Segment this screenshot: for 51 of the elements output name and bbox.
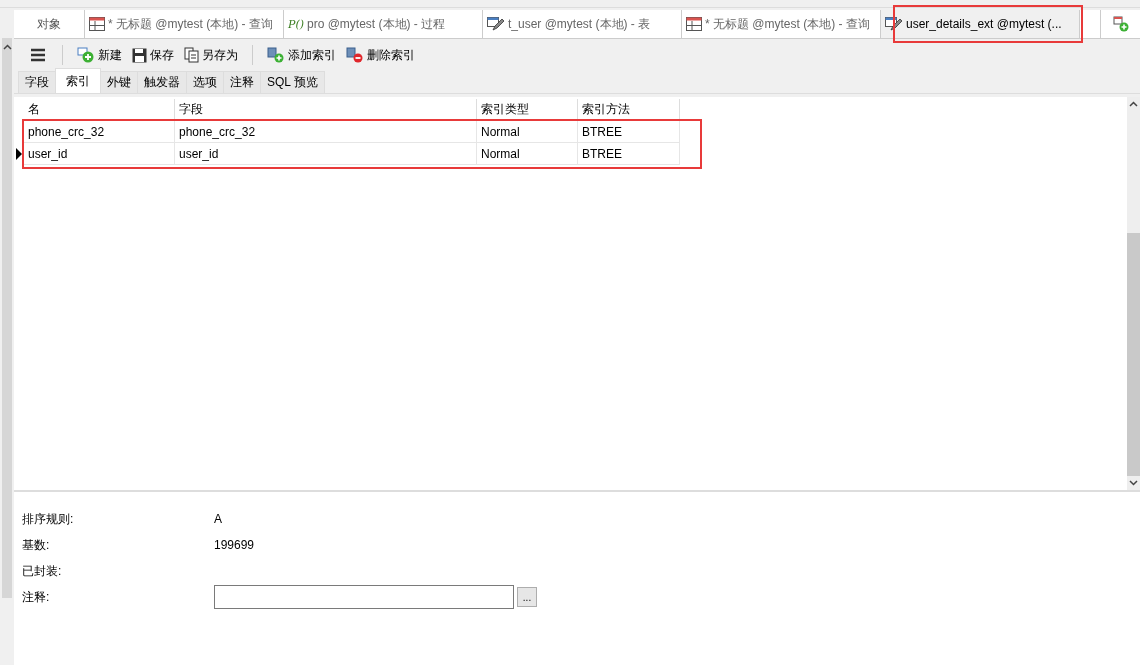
sub-tab[interactable]: 外键 xyxy=(100,71,138,93)
menu-icon xyxy=(30,48,46,62)
sub-tab[interactable]: 字段 xyxy=(18,71,56,93)
table-icon xyxy=(89,17,105,31)
property-value: A xyxy=(214,512,222,526)
document-tab[interactable]: * 无标题 @mytest (本地) - 查询 xyxy=(85,10,284,38)
delete-index-icon xyxy=(346,47,364,63)
objects-tab[interactable]: 对象 xyxy=(14,10,85,38)
property-label: 已封装: xyxy=(22,562,63,580)
save-icon xyxy=(132,47,147,63)
table-cell: BTREE xyxy=(578,121,680,143)
document-tab[interactable]: * 无标题 @mytest (本地) - 查询 xyxy=(682,10,881,38)
table-cell: Normal xyxy=(477,121,578,143)
document-tab[interactable]: t_user @mytest (本地) - 表 xyxy=(483,10,682,38)
sub-tab[interactable]: 索引 xyxy=(55,68,101,93)
toolbar-button[interactable]: 另存为 xyxy=(182,44,240,66)
property-label: 排序规则: xyxy=(22,510,75,528)
table-cell: user_id xyxy=(24,143,175,165)
sub-tab[interactable]: 注释 xyxy=(223,71,261,93)
toolbar-button[interactable]: 删除索引 xyxy=(344,44,417,66)
table-cell: phone_crc_32 xyxy=(24,121,175,143)
sub-tab[interactable]: 选项 xyxy=(186,71,224,93)
browse-button[interactable]: ... xyxy=(517,587,537,607)
property-value: 199699 xyxy=(214,538,255,552)
table-cell: user_id xyxy=(175,143,477,165)
scrollbar[interactable] xyxy=(1127,97,1140,490)
table-cell: phone_crc_32 xyxy=(175,121,477,143)
sub-tab[interactable]: SQL 预览 xyxy=(260,71,325,93)
copy-icon xyxy=(184,47,199,63)
table-edit-icon xyxy=(487,17,505,31)
add-table-icon xyxy=(1112,16,1129,32)
new-tab-button[interactable] xyxy=(1101,10,1140,38)
document-tab[interactable]: user_details_ext @mytest (... xyxy=(881,10,1080,38)
add-index-icon xyxy=(267,47,285,63)
toolbar-button[interactable]: 保存 xyxy=(130,44,176,66)
comment-field[interactable] xyxy=(214,585,514,609)
table-cell: BTREE xyxy=(578,143,680,165)
property-label: 注释: xyxy=(22,588,51,606)
scroll-down-icon xyxy=(1129,480,1138,486)
property-label: 基数: xyxy=(22,536,51,554)
toolbar-button[interactable]: 添加索引 xyxy=(265,44,338,66)
scroll-up-icon xyxy=(2,44,12,50)
table-cell: Normal xyxy=(477,143,578,165)
document-tab[interactable]: P() pro @mytest (本地) - 过程 xyxy=(284,10,483,38)
sub-tab[interactable]: 触发器 xyxy=(137,71,187,93)
scroll-up-icon xyxy=(1129,101,1138,107)
add-table-icon xyxy=(77,47,95,63)
procedure-icon: P() xyxy=(288,17,304,31)
table-icon xyxy=(686,17,702,31)
toolbar-button[interactable]: 新建 xyxy=(75,44,124,66)
table-edit-icon xyxy=(885,17,903,31)
